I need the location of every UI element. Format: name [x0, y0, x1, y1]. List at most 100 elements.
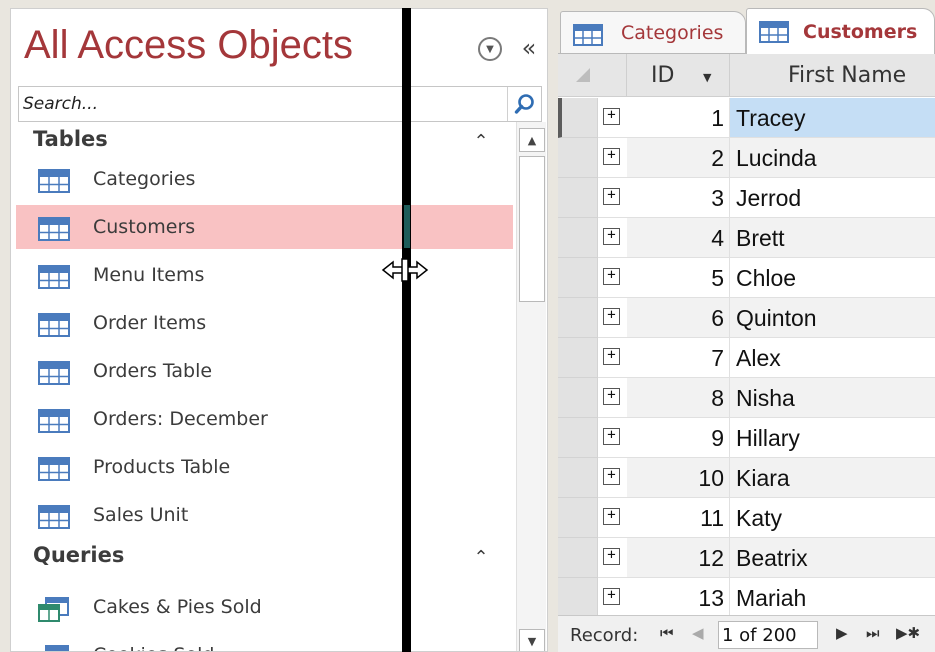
- collapse-section-icon[interactable]: ⌃: [471, 547, 491, 568]
- record-selector[interactable]: [558, 418, 598, 458]
- table-row[interactable]: + 4 Brett: [558, 218, 935, 258]
- cell-id[interactable]: 7: [627, 338, 730, 378]
- nav-item-customers[interactable]: Customers: [16, 205, 513, 249]
- cell-id[interactable]: 10: [627, 458, 730, 498]
- collapse-section-icon[interactable]: ⌃: [471, 131, 491, 152]
- table-row[interactable]: + 3 Jerrod: [558, 178, 935, 218]
- table-row[interactable]: + 9 Hillary: [558, 418, 935, 458]
- scroll-up-icon[interactable]: ▲: [519, 128, 545, 152]
- expand-plus-icon[interactable]: +: [603, 228, 620, 245]
- table-row[interactable]: + 6 Quinton: [558, 298, 935, 338]
- cell-first-name[interactable]: Katy: [730, 498, 935, 538]
- record-selector[interactable]: [558, 338, 598, 378]
- record-selector[interactable]: [558, 258, 598, 298]
- nav-pane-title[interactable]: All Access Objects: [24, 23, 353, 68]
- search-input[interactable]: [21, 89, 501, 119]
- record-selector[interactable]: [558, 138, 598, 178]
- expand-plus-icon[interactable]: +: [603, 268, 620, 285]
- table-row[interactable]: + 8 Nisha: [558, 378, 935, 418]
- section-header-queries[interactable]: Queries: [33, 543, 124, 573]
- cell-first-name[interactable]: Lucinda: [730, 138, 935, 178]
- cell-id[interactable]: 8: [627, 378, 730, 418]
- expand-plus-icon[interactable]: +: [603, 508, 620, 525]
- section-header-tables[interactable]: Tables: [33, 127, 108, 157]
- expand-plus-icon[interactable]: +: [603, 188, 620, 205]
- cell-id[interactable]: 4: [627, 218, 730, 258]
- nav-item-orders-table[interactable]: Orders Table: [16, 349, 513, 393]
- record-selector[interactable]: [558, 378, 598, 418]
- record-selector[interactable]: [558, 458, 598, 498]
- next-record-icon[interactable]: ▶: [836, 624, 848, 642]
- expand-plus-icon[interactable]: +: [603, 548, 620, 565]
- pane-splitter[interactable]: [402, 8, 411, 652]
- record-selector[interactable]: [558, 298, 598, 338]
- expand-plus-icon[interactable]: +: [603, 308, 620, 325]
- tab-categories[interactable]: Categories: [560, 11, 746, 53]
- cell-first-name[interactable]: Tracey: [730, 98, 935, 138]
- table-row[interactable]: + 5 Chloe: [558, 258, 935, 298]
- tab-customers[interactable]: Customers: [746, 8, 935, 54]
- last-record-icon[interactable]: ⏭: [866, 624, 880, 642]
- cell-first-name[interactable]: Brett: [730, 218, 935, 258]
- expand-plus-icon[interactable]: +: [603, 148, 620, 165]
- cell-id[interactable]: 9: [627, 418, 730, 458]
- cell-first-name[interactable]: Mariah: [730, 578, 935, 615]
- table-row[interactable]: + 7 Alex: [558, 338, 935, 378]
- record-selector[interactable]: [558, 178, 598, 218]
- nav-item-menu-items[interactable]: Menu Items: [16, 253, 513, 297]
- cell-id[interactable]: 12: [627, 538, 730, 578]
- table-row[interactable]: + 10 Kiara: [558, 458, 935, 498]
- nav-item-products-table[interactable]: Products Table: [16, 445, 513, 489]
- cell-first-name[interactable]: Alex: [730, 338, 935, 378]
- cell-first-name[interactable]: Nisha: [730, 378, 935, 418]
- search-icon[interactable]: [507, 87, 541, 121]
- scroll-down-icon[interactable]: ▼: [519, 629, 545, 651]
- table-row[interactable]: + 1 Tracey: [558, 98, 935, 138]
- cell-first-name[interactable]: Jerrod: [730, 178, 935, 218]
- cell-first-name[interactable]: Quinton: [730, 298, 935, 338]
- cell-first-name[interactable]: Hillary: [730, 418, 935, 458]
- cell-first-name[interactable]: Kiara: [730, 458, 935, 498]
- cell-id[interactable]: 2: [627, 138, 730, 178]
- nav-item-orders-december[interactable]: Orders: December: [16, 397, 513, 441]
- nav-menu-dropdown-icon[interactable]: ▼: [478, 37, 502, 61]
- cell-id[interactable]: 13: [627, 578, 730, 615]
- current-record-input[interactable]: [718, 621, 818, 649]
- first-record-icon[interactable]: ⏮: [660, 624, 674, 642]
- cell-id[interactable]: 6: [627, 298, 730, 338]
- cell-id[interactable]: 5: [627, 258, 730, 298]
- cell-id[interactable]: 1: [627, 98, 730, 138]
- shutter-bar-collapse-icon[interactable]: «: [515, 33, 543, 63]
- new-record-icon[interactable]: ▶✱: [896, 624, 920, 642]
- cell-id[interactable]: 11: [627, 498, 730, 538]
- table-row[interactable]: + 11 Katy: [558, 498, 935, 538]
- column-header-first-name[interactable]: First Name: [730, 54, 935, 97]
- cell-first-name[interactable]: Beatrix: [730, 538, 935, 578]
- expand-plus-icon[interactable]: +: [603, 428, 620, 445]
- nav-item-cakes-pies-sold[interactable]: Cakes & Pies Sold: [16, 585, 513, 629]
- table-row[interactable]: + 12 Beatrix: [558, 538, 935, 578]
- nav-item-categories[interactable]: Categories: [16, 157, 513, 201]
- expand-plus-icon[interactable]: +: [603, 588, 620, 605]
- nav-scrollbar[interactable]: ▲ ▼: [516, 122, 546, 651]
- table-row[interactable]: + 2 Lucinda: [558, 138, 935, 178]
- record-selector[interactable]: [558, 578, 598, 615]
- select-all-button[interactable]: [558, 54, 627, 97]
- cell-id[interactable]: 3: [627, 178, 730, 218]
- nav-item-order-items[interactable]: Order Items: [16, 301, 513, 345]
- cell-first-name[interactable]: Chloe: [730, 258, 935, 298]
- column-header-id[interactable]: ID ▼: [627, 54, 730, 97]
- record-selector[interactable]: [558, 538, 598, 578]
- table-row[interactable]: + 13 Mariah: [558, 578, 935, 615]
- scroll-thumb[interactable]: [519, 156, 545, 302]
- expand-plus-icon[interactable]: +: [603, 348, 620, 365]
- previous-record-icon[interactable]: ◀: [692, 624, 704, 642]
- filter-dropdown-icon[interactable]: ▼: [703, 71, 711, 84]
- expand-plus-icon[interactable]: +: [603, 468, 620, 485]
- record-selector[interactable]: [558, 498, 598, 538]
- record-selector[interactable]: [558, 98, 598, 138]
- expand-plus-icon[interactable]: +: [603, 388, 620, 405]
- expand-plus-icon[interactable]: +: [603, 108, 620, 125]
- record-selector[interactable]: [558, 218, 598, 258]
- nav-item-sales-unit[interactable]: Sales Unit: [16, 493, 513, 537]
